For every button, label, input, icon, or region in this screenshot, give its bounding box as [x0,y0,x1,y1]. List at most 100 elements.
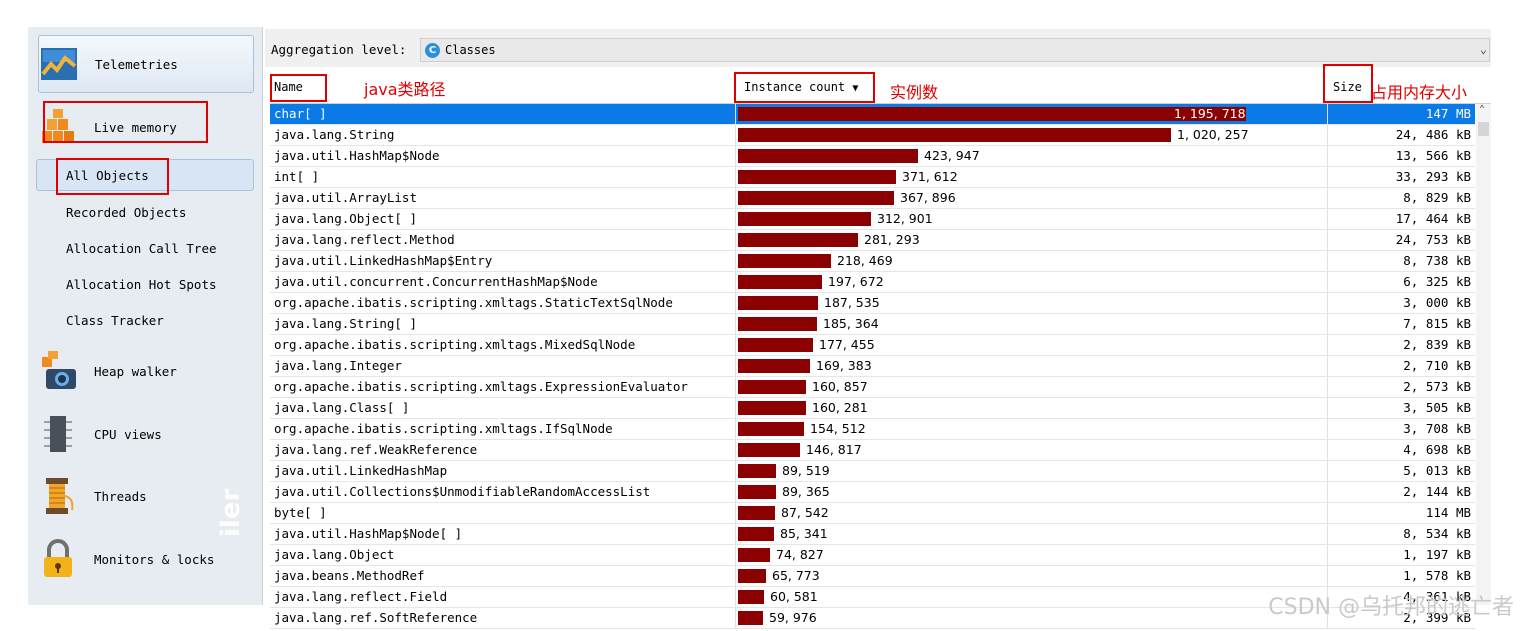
table-row[interactable]: java.util.LinkedHashMap 89, 519 5, 013 kB [270,461,1475,482]
sidebar-item-cpu-views[interactable]: CPU views [38,408,162,460]
sidebar-item-heap-walker[interactable]: Heap walker [38,345,177,397]
instance-count-cell: 59, 976 [769,610,817,625]
instance-count-bar [738,359,810,373]
instance-count-cell: 87, 542 [781,505,829,520]
table-row[interactable]: java.util.ArrayList 367, 896 8, 829 kB [270,188,1475,209]
table-row[interactable]: org.apache.ibatis.scripting.xmltags.Expr… [270,377,1475,398]
class-table: char[ ] 1, 195, 718 147 MB java.lang.String… [270,104,1475,629]
size-cell: 114 MB [1425,505,1471,520]
table-row[interactable]: org.apache.ibatis.scripting.xmltags.Stat… [270,293,1475,314]
instance-count-cell: 146, 817 [806,442,862,457]
class-name-cell: java.lang.ref.SoftReference [274,610,478,625]
table-row[interactable]: java.util.concurrent.ConcurrentHashMap$N… [270,272,1475,293]
instance-count-bar [738,464,776,478]
sidebar-item-threads[interactable]: Threads [38,470,147,522]
instance-count-cell: 312, 901 [877,211,933,226]
sidebar-item-allocation-hot-spots[interactable]: Allocation Hot Spots [66,275,217,295]
size-cell: 1, 197 kB [1403,547,1471,562]
size-cell: 2, 144 kB [1403,484,1471,499]
class-name-cell: byte[ ] [274,505,327,520]
aggregation-level-label: Aggregation level: [271,42,407,57]
annotation-box-all-objects [56,158,169,195]
table-row[interactable]: java.lang.Object[ ] 312, 901 17, 464 kB [270,209,1475,230]
instance-count-bar [738,254,831,268]
instance-count-cell: 1, 020, 257 [1177,127,1249,142]
sidebar-item-monitors-locks[interactable]: Monitors & locks [38,533,214,585]
instance-count-cell: 89, 519 [782,463,830,478]
instance-count-cell: 74, 827 [776,547,824,562]
table-row[interactable]: java.lang.Integer 169, 383 2, 710 kB [270,356,1475,377]
table-row[interactable]: java.lang.String[ ] 185, 364 7, 815 kB [270,314,1475,335]
size-cell: 8, 738 kB [1403,253,1471,268]
watermark: CSDN @乌托邦的逃亡者 [1268,595,1514,620]
size-cell: 3, 505 kB [1403,400,1471,415]
instance-count-bar [738,170,896,184]
size-cell: 33, 293 kB [1395,169,1471,184]
table-row[interactable]: org.apache.ibatis.scripting.xmltags.Mixe… [270,335,1475,356]
instance-count-cell: 367, 896 [900,190,956,205]
table-row[interactable]: java.util.HashMap$Node[ ] 85, 341 8, 534 k… [270,524,1475,545]
instance-count-cell: 218, 469 [837,253,893,268]
annotation-name-note: java类路径 [364,80,446,99]
instance-count-bar [738,107,1246,121]
instance-count-bar [738,569,766,583]
table-row[interactable]: byte[ ] 87, 542 114 MB [270,503,1475,524]
scroll-thumb[interactable] [1478,122,1489,136]
scroll-up-icon[interactable]: ⌃ [1479,104,1485,115]
instance-count-cell: 169, 383 [816,358,872,373]
sidebar-item-recorded-objects[interactable]: Recorded Objects [66,203,186,223]
class-name-cell: java.lang.String [274,127,395,142]
table-row[interactable]: java.lang.Object 74, 827 1, 197 kB [270,545,1475,566]
instance-count-bar [738,149,918,163]
instance-count-bar [738,611,763,625]
aggregation-level-value: Classes [445,43,496,57]
instance-count-bar [738,443,800,457]
size-cell: 7, 815 kB [1403,316,1471,331]
table-row[interactable]: java.lang.String 1, 020, 257 24, 486 kB [270,125,1475,146]
profiler-side-text: iler [216,488,246,537]
instance-count-bar [738,401,806,415]
class-name-cell: java.lang.reflect.Field [274,589,448,604]
table-row[interactable]: java.util.Collections$UnmodifiableRandom… [270,482,1475,503]
instance-count-cell: 85, 341 [780,526,828,541]
table-row[interactable]: java.lang.reflect.Method 281, 293 24, 753 … [270,230,1475,251]
size-cell: 1, 578 kB [1403,568,1471,583]
table-row[interactable]: java.util.HashMap$Node 423, 947 13, 566 kB [270,146,1475,167]
size-cell: 8, 534 kB [1403,526,1471,541]
class-name-cell: java.lang.Object[ ] [274,211,417,226]
class-name-cell: java.lang.Integer [274,358,402,373]
annotation-size-note: 占用内存大小 [1371,83,1468,102]
table-header: Name Instance count ▼ Size [270,71,1491,104]
table-row[interactable]: org.apache.ibatis.scripting.xmltags.IfSq… [270,419,1475,440]
table-row[interactable]: java.lang.ref.WeakReference 146, 817 4, 69… [270,440,1475,461]
class-name-cell: java.util.LinkedHashMap [274,463,448,478]
sidebar-item-allocation-call-tree[interactable]: Allocation Call Tree [66,239,217,259]
chevron-down-icon: ⌄ [1479,42,1487,56]
table-row[interactable]: java.lang.Class[ ] 160, 281 3, 505 kB [270,398,1475,419]
class-name-cell: org.apache.ibatis.scripting.xmltags.IfSq… [274,421,613,436]
instance-count-cell: 65, 773 [772,568,820,583]
table-row[interactable]: int[ ] 371, 612 33, 293 kB [270,167,1475,188]
sidebar-item-telemetries[interactable]: Telemetries [38,35,254,93]
table-row[interactable]: java.beans.MethodRef 65, 773 1, 578 kB [270,566,1475,587]
size-cell: 2, 710 kB [1403,358,1471,373]
annotation-box-name [270,74,327,102]
class-name-cell: org.apache.ibatis.scripting.xmltags.Mixe… [274,337,636,352]
threads-icon [38,476,78,516]
aggregation-level-select[interactable]: C Classes ⌄ [420,38,1490,62]
vertical-scrollbar[interactable]: ⌃ [1476,104,1491,605]
table-row[interactable]: java.util.LinkedHashMap$Entry 218, 469 8, … [270,251,1475,272]
annotation-box-instance-count [734,72,875,103]
instance-count-bar [738,233,858,247]
class-name-cell: java.lang.String[ ] [274,316,417,331]
size-cell: 24, 753 kB [1395,232,1471,247]
instance-count-bar [738,338,813,352]
table-row[interactable]: char[ ] 1, 195, 718 147 MB [270,104,1475,125]
instance-count-cell: 160, 857 [812,379,868,394]
instance-count-bar [738,296,818,310]
instance-count-bar [738,485,776,499]
class-icon: C [425,42,440,58]
class-name-cell: java.lang.Object [274,547,395,562]
sidebar-item-class-tracker[interactable]: Class Tracker [66,311,164,331]
size-cell: 8, 829 kB [1403,190,1471,205]
